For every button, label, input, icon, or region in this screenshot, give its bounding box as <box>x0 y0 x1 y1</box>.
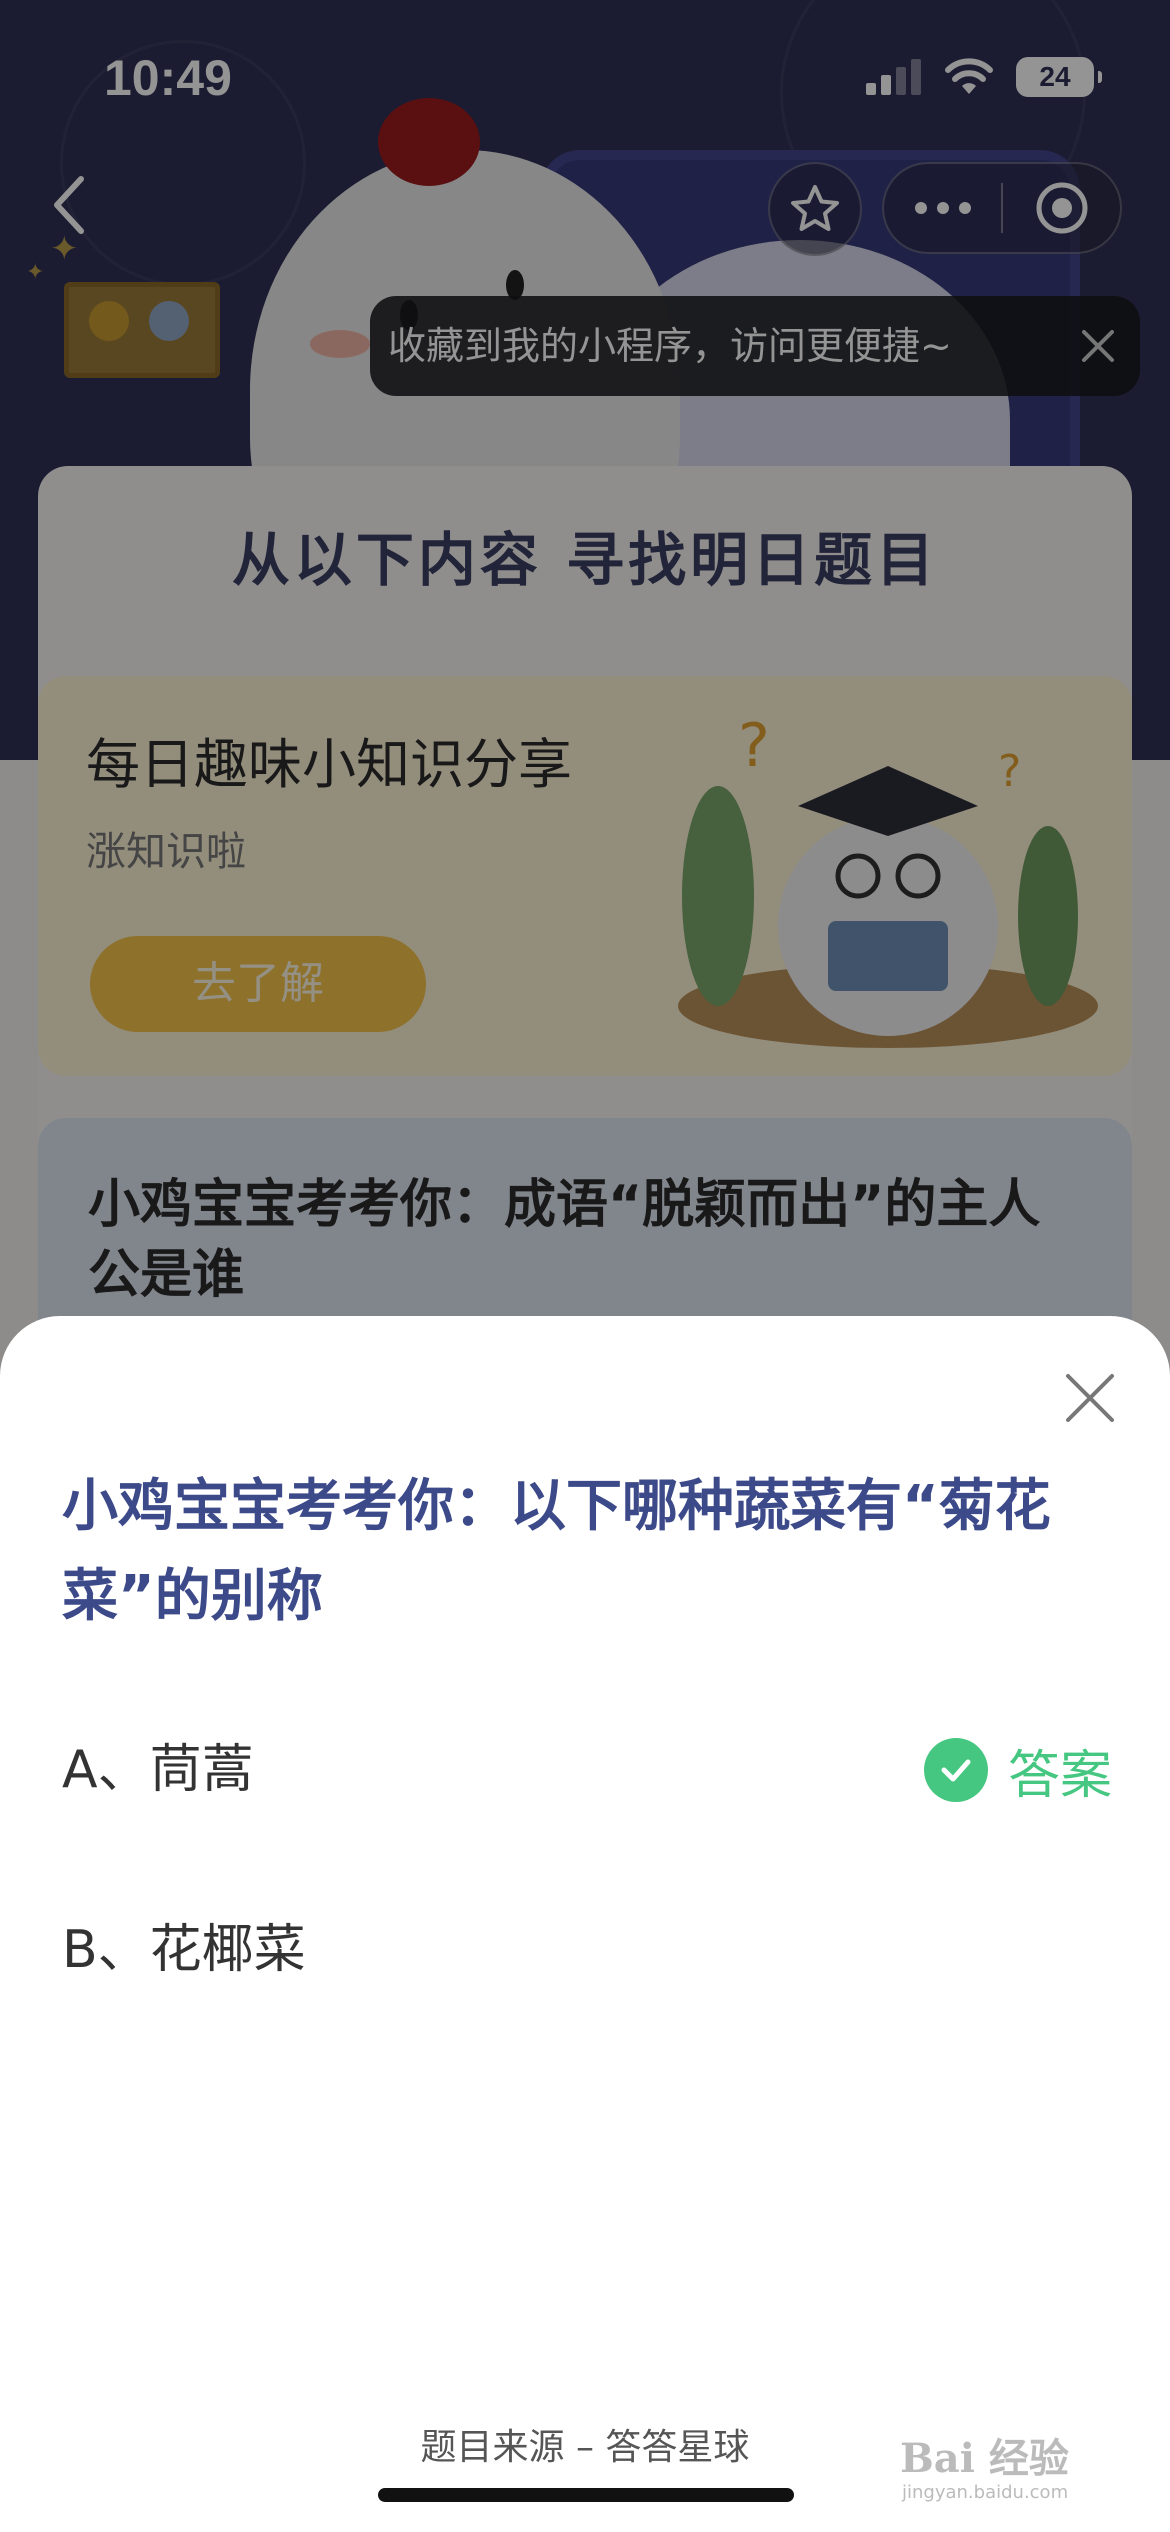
option-a[interactable]: A、茼蒿 答案 <box>62 1720 1112 1820</box>
watermark-text: Bai 经验 <box>900 2435 1069 2482</box>
option-b[interactable]: B、花椰菜 <box>62 1900 1112 2000</box>
check-circle-icon <box>923 1738 988 1802</box>
checkmark-icon <box>941 1759 971 1782</box>
answer-label: 答案 <box>1007 1745 1112 1806</box>
sheet-close-button[interactable] <box>1058 1366 1122 1430</box>
baidu-jingyan-watermark: Bai 经验 jingyan.baidu.com <box>896 2420 1116 2510</box>
option-label: B、花椰菜 <box>62 1920 306 1980</box>
watermark-url: jingyan.baidu.com <box>902 2482 1069 2503</box>
quiz-question: 小鸡宝宝考考你：以下哪种蔬菜有“菊花菜”的别称 <box>62 1474 1051 1629</box>
option-label: A、茼蒿 <box>62 1740 254 1800</box>
close-icon <box>1066 1374 1114 1422</box>
answer-tag: 答案 <box>923 1733 1112 1808</box>
home-indicator[interactable] <box>378 2488 794 2502</box>
